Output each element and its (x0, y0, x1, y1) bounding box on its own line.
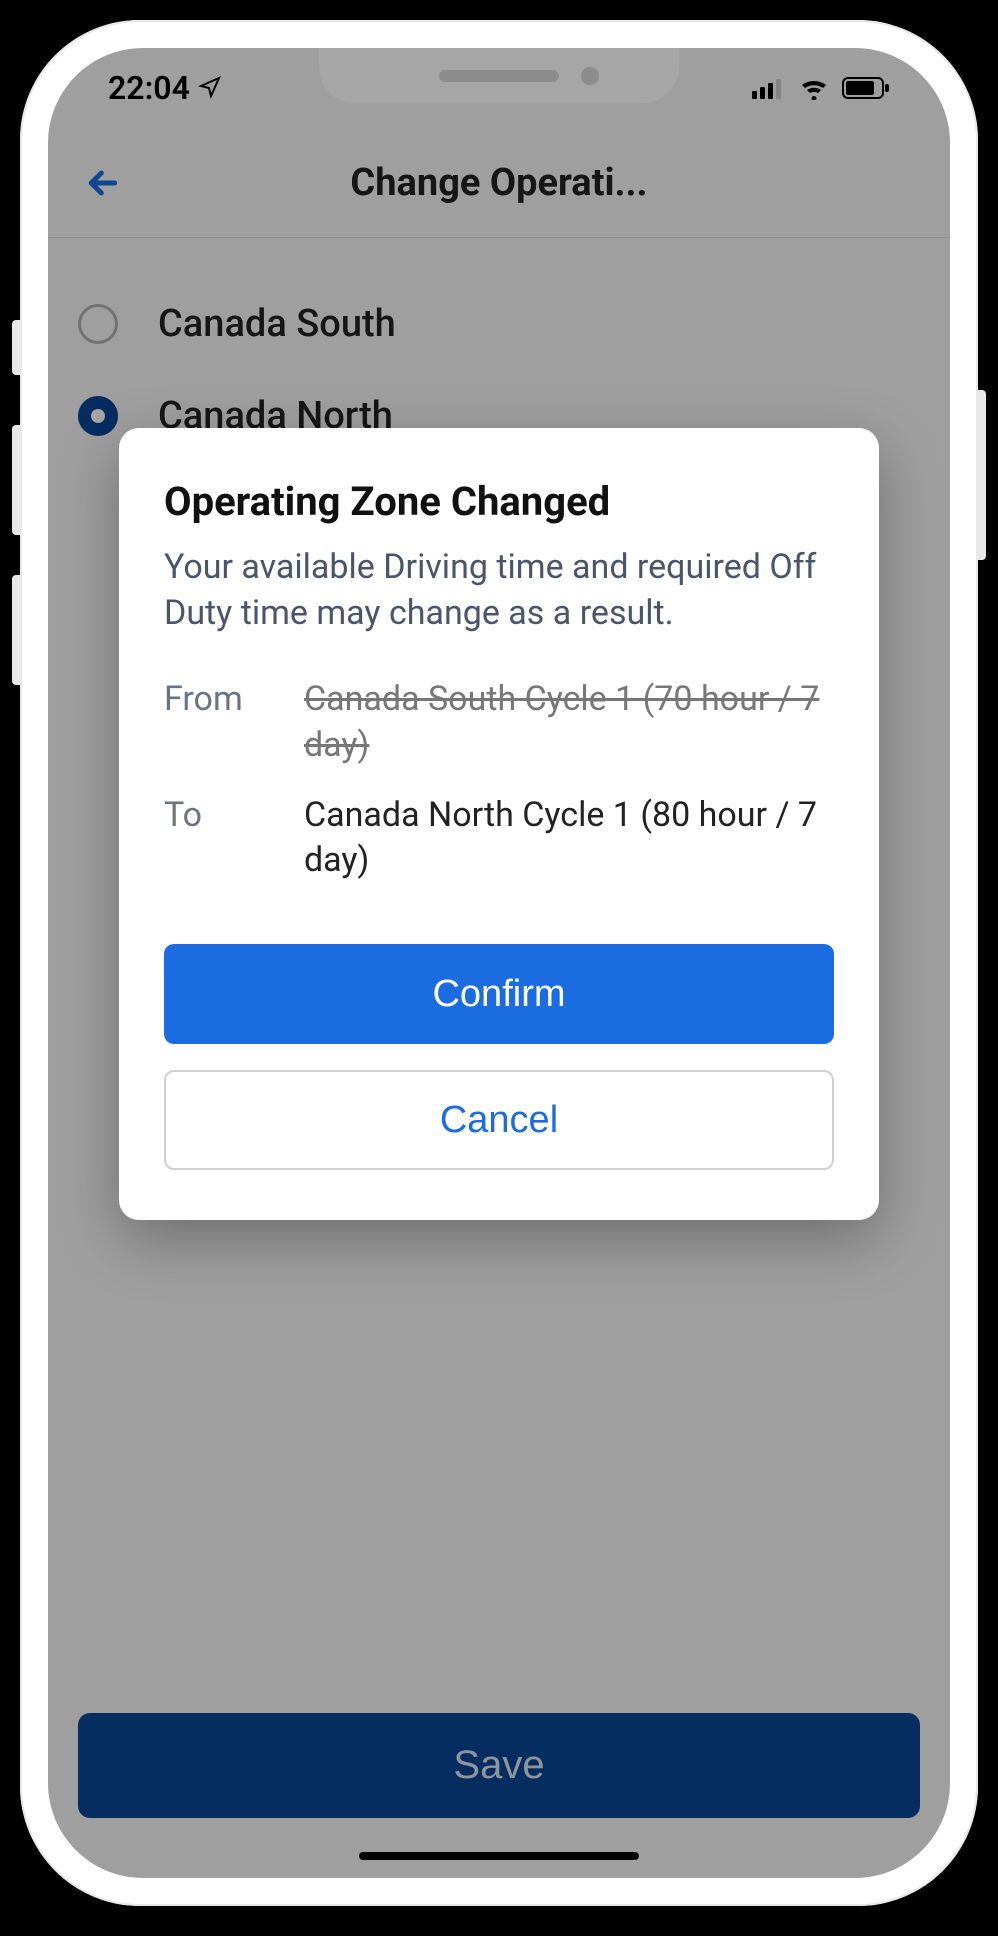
from-value: Canada South Cycle 1 (70 hour / 7 day) (304, 677, 834, 769)
to-label: To (164, 793, 274, 885)
dialog-title: Operating Zone Changed (164, 478, 834, 525)
confirm-dialog: Operating Zone Changed Your available Dr… (119, 428, 879, 1220)
phone-side-buttons-right (978, 390, 986, 560)
phone-frame: 22:04 Change Opera (20, 20, 978, 1906)
to-value: Canada North Cycle 1 (80 hour / 7 day) (304, 793, 834, 885)
phone-screen: 22:04 Change Opera (48, 48, 950, 1878)
modal-overlay[interactable]: Operating Zone Changed Your available Dr… (48, 48, 950, 1878)
dialog-body: Your available Driving time and required… (164, 545, 834, 637)
change-from-row: From Canada South Cycle 1 (70 hour / 7 d… (164, 677, 834, 769)
from-label: From (164, 677, 274, 769)
cancel-button[interactable]: Cancel (164, 1070, 834, 1170)
confirm-button[interactable]: Confirm (164, 944, 834, 1044)
change-to-row: To Canada North Cycle 1 (80 hour / 7 day… (164, 793, 834, 885)
phone-side-buttons-left (12, 320, 20, 685)
